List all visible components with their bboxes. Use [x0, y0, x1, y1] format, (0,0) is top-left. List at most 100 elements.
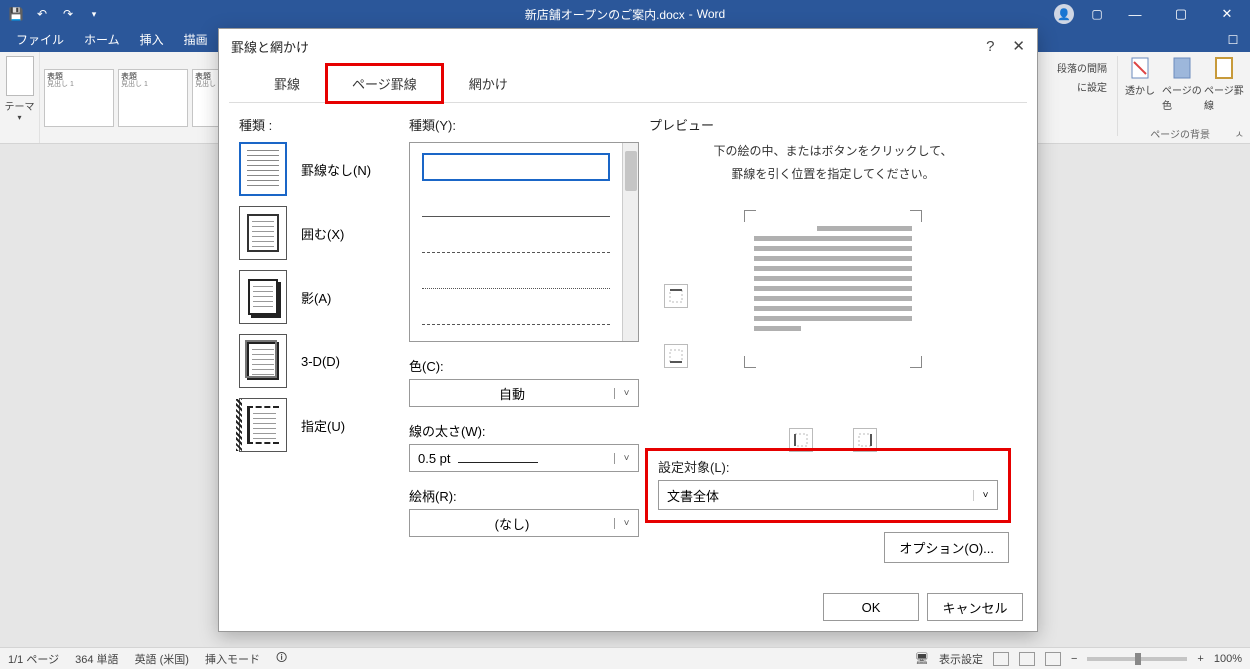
doc-title: 新店舗オープンのご案内.docx [525, 6, 685, 23]
apply-to-combo[interactable]: 文書全体 ˅ [658, 480, 998, 510]
ok-button[interactable]: OK [823, 593, 919, 621]
display-settings-icon[interactable]: 🖥 [915, 652, 929, 665]
collapse-ribbon-icon[interactable]: ㅅ [1235, 126, 1244, 141]
status-words[interactable]: 364 単語 [75, 651, 118, 667]
tab-shading[interactable]: 網かけ [444, 65, 533, 101]
tab-file[interactable]: ファイル [6, 27, 74, 52]
gallery-item[interactable]: 表題見出し 1 [44, 69, 114, 127]
style-dashdot[interactable] [422, 297, 610, 325]
undo-icon[interactable]: ↶ [32, 4, 52, 24]
tab-borders[interactable]: 罫線 [249, 65, 325, 101]
tab-home[interactable]: ホーム [74, 27, 130, 52]
watermark-icon [1128, 56, 1152, 80]
title-bar: 💾 ↶ ↷ ▾ 新店舗オープンのご案内.docx - Word 👤 ▢ — ▢ … [0, 0, 1250, 28]
style-column: 種類(Y): 色(C): 自動 ˅ 線の太さ(W): 0.5 pt ˅ [409, 115, 639, 591]
page-border-icon [1212, 56, 1236, 80]
status-insert-mode[interactable]: 挿入モード [205, 651, 260, 667]
tab-draw[interactable]: 描画 [174, 27, 218, 52]
setting-shadow[interactable]: 影(A) [239, 270, 409, 324]
page-color-button[interactable]: ページの色 [1162, 56, 1202, 112]
help-button[interactable]: ? [986, 38, 994, 55]
print-layout-icon[interactable] [1019, 652, 1035, 666]
preview-column: プレビュー 下の絵の中、またはボタンをクリックして、 罫線を引く位置を指定してく… [639, 115, 1017, 591]
status-pages[interactable]: 1/1 ページ [8, 651, 59, 667]
display-settings-label[interactable]: 表示設定 [939, 651, 983, 667]
setting-custom[interactable]: 指定(U) [239, 398, 409, 452]
watermark-button[interactable]: 透かし [1120, 56, 1160, 97]
preview-canvas[interactable] [649, 214, 1017, 404]
edge-top-button[interactable] [664, 284, 688, 308]
web-layout-icon[interactable] [1045, 652, 1061, 666]
chevron-down-icon[interactable]: ˅ [614, 453, 638, 464]
themes-button[interactable]: テーマ ▾ [0, 52, 40, 143]
corner-mark-icon [910, 356, 922, 368]
tab-insert[interactable]: 挿入 [130, 27, 174, 52]
color-value: 自動 [410, 384, 614, 403]
scrollbar[interactable] [622, 143, 638, 341]
width-value: 0.5 pt [410, 451, 614, 466]
status-bar: 1/1 ページ 364 単語 英語 (米国) 挿入モード 🛈 🖥 表示設定 − … [0, 647, 1250, 669]
cancel-button[interactable]: キャンセル [927, 593, 1023, 621]
save-icon[interactable]: 💾 [6, 4, 26, 24]
art-combo[interactable]: (なし) ˅ [409, 509, 639, 537]
style-solid[interactable] [422, 189, 610, 217]
app-title: Word [697, 7, 725, 21]
style-listbox[interactable] [409, 142, 639, 342]
qat-customize-icon[interactable]: ▾ [84, 4, 104, 24]
spacing-label[interactable]: 段落の間隔 [1057, 60, 1107, 75]
zoom-level[interactable]: 100% [1214, 653, 1242, 665]
dialog-footer: OK キャンセル [823, 593, 1023, 621]
style-solid-thin[interactable] [422, 153, 610, 181]
setting-box-icon [247, 214, 279, 252]
style-label: 種類(Y): [409, 115, 639, 134]
maximize-button[interactable]: ▢ [1158, 0, 1204, 28]
ribbon-display-options-icon[interactable]: ▢ [1082, 0, 1112, 28]
setting-none[interactable]: 罫線なし(N) [239, 142, 409, 196]
dialog-tabs: 罫線 ページ罫線 網かけ [229, 63, 1027, 103]
set-default-label[interactable]: に設定 [1077, 79, 1107, 94]
options-button[interactable]: オプション(O)... [884, 532, 1009, 563]
chevron-down-icon[interactable]: ˅ [973, 490, 997, 501]
account-avatar-icon[interactable]: 👤 [1054, 4, 1074, 24]
width-combo[interactable]: 0.5 pt ˅ [409, 444, 639, 472]
corner-mark-icon [744, 210, 756, 222]
edge-bottom-button[interactable] [664, 344, 688, 368]
page-border-button[interactable]: ページ罫線 [1204, 56, 1244, 112]
color-combo[interactable]: 自動 ˅ [409, 379, 639, 407]
minimize-button[interactable]: — [1112, 0, 1158, 28]
setting-3d[interactable]: 3-D(D) [239, 334, 409, 388]
apply-to-value: 文書全体 [659, 486, 973, 505]
chevron-down-icon[interactable]: ˅ [614, 518, 638, 529]
chevron-down-icon: ▾ [17, 113, 21, 122]
zoom-slider-thumb[interactable] [1135, 653, 1141, 665]
theme-label: テーマ [5, 98, 35, 113]
setting-column: 種類 : 罫線なし(N) 囲む(X) 影(A) 3-D(D) [239, 115, 409, 591]
preview-instruction-1: 下の絵の中、またはボタンをクリックして、 [649, 142, 1017, 161]
zoom-out-button[interactable]: − [1071, 653, 1077, 665]
read-mode-icon[interactable] [993, 652, 1009, 666]
zoom-in-button[interactable]: + [1197, 653, 1203, 665]
scrollbar-thumb[interactable] [625, 151, 637, 191]
gallery-item[interactable]: 表題見出し 1 [118, 69, 188, 127]
style-dotted[interactable] [422, 261, 610, 289]
close-dialog-button[interactable]: ✕ [1012, 37, 1025, 55]
setting-box[interactable]: 囲む(X) [239, 206, 409, 260]
dialog-title: 罫線と網かけ [231, 37, 309, 56]
theme-thumb-icon [6, 56, 34, 96]
color-label: 色(C): [409, 356, 639, 375]
preview-page[interactable] [748, 214, 918, 364]
status-accessibility-icon[interactable]: 🛈 [276, 649, 287, 668]
quick-access-toolbar: 💾 ↶ ↷ ▾ [0, 4, 104, 24]
status-language[interactable]: 英語 (米国) [135, 651, 189, 667]
share-icon[interactable]: ☐ [1216, 28, 1250, 52]
chevron-down-icon[interactable]: ˅ [614, 388, 638, 399]
art-label: 絵柄(R): [409, 486, 639, 505]
page-background-group-label: ページの背景 [1150, 126, 1210, 141]
redo-icon[interactable]: ↷ [58, 4, 78, 24]
zoom-slider[interactable] [1087, 657, 1187, 661]
style-dashed[interactable] [422, 225, 610, 253]
preview-label: プレビュー [649, 115, 1017, 134]
tab-page-border[interactable]: ページ罫線 [325, 63, 444, 104]
close-window-button[interactable]: ✕ [1204, 0, 1250, 28]
preview-instruction-2: 罫線を引く位置を指定してください。 [649, 165, 1017, 184]
